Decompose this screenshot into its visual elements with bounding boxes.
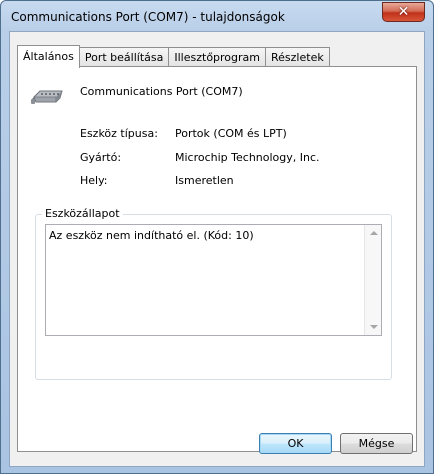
window-title: Communications Port (COM7) - tulajdonság…: [11, 10, 285, 24]
ok-button[interactable]: OK: [259, 433, 332, 454]
location-label: Hely:: [80, 174, 108, 187]
cancel-button[interactable]: Mégse: [340, 433, 413, 454]
scroll-down-arrow-icon[interactable]: [370, 325, 378, 329]
location-value: Ismeretlen: [175, 174, 234, 187]
device-status-text: Az eszköz nem indítható el. (Kód: 10): [49, 229, 254, 242]
manufacturer-value: Microchip Technology, Inc.: [175, 151, 320, 164]
status-scrollbar[interactable]: [364, 225, 381, 335]
close-icon: ✕: [397, 4, 410, 20]
general-tab-panel: Communications Port (COM7) Eszköz típusa…: [17, 66, 417, 452]
title-bar[interactable]: Communications Port (COM7) - tulajdonság…: [1, 1, 433, 31]
device-type-value: Portok (COM és LPT): [175, 127, 287, 140]
device-type-label: Eszköz típusa:: [80, 127, 158, 140]
tab-general[interactable]: Általános: [17, 45, 80, 68]
manufacturer-label: Gyártó:: [80, 151, 122, 164]
device-name: Communications Port (COM7): [80, 85, 243, 98]
dialog-body: Általános Port beállítása Illesztőprogra…: [9, 31, 425, 467]
tab-details[interactable]: Részletek: [265, 47, 330, 67]
tab-strip: Általános Port beállítása Illesztőprogra…: [17, 45, 330, 68]
serial-port-icon: [31, 90, 63, 104]
close-button[interactable]: ✕: [382, 2, 425, 22]
tab-port-settings[interactable]: Port beállítása: [78, 47, 170, 67]
properties-window: Communications Port (COM7) - tulajdonság…: [0, 0, 434, 474]
device-status-textbox[interactable]: Az eszköz nem indítható el. (Kód: 10): [45, 224, 382, 336]
tab-driver[interactable]: Illesztőprogram: [168, 47, 267, 67]
scroll-up-arrow-icon[interactable]: [370, 231, 378, 235]
device-status-title: Eszközállapot: [42, 207, 123, 220]
